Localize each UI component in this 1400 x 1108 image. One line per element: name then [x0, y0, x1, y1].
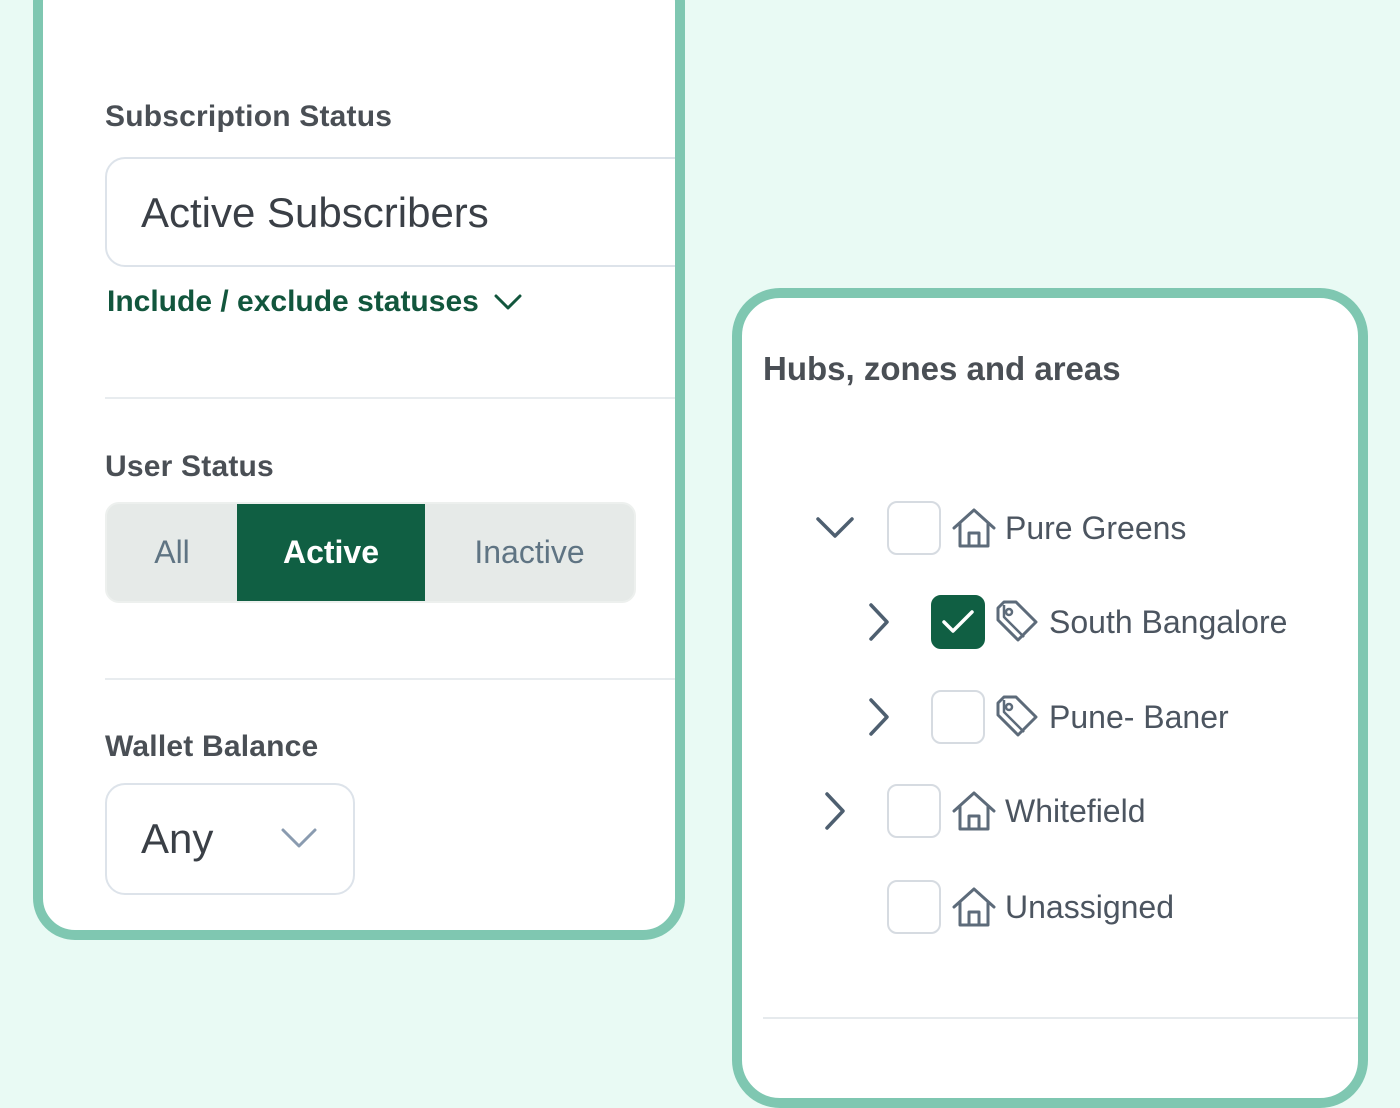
tree-checkbox[interactable] — [931, 690, 985, 744]
user-status-segmented-control: All Active Inactive — [105, 502, 636, 603]
tree-checkbox[interactable] — [887, 501, 941, 555]
user-status-label: User Status — [105, 450, 274, 483]
chevron-down-icon[interactable] — [815, 508, 855, 548]
user-status-option-all[interactable]: All — [107, 504, 237, 601]
wallet-balance-select[interactable]: Any — [105, 783, 355, 895]
chevron-right-icon[interactable] — [859, 602, 899, 642]
user-status-option-active[interactable]: Active — [237, 504, 425, 601]
tree-item-label: Whitefield — [1005, 792, 1146, 829]
tree-item-whitefield: Whitefield — [815, 782, 1146, 840]
tree-item-label: Unassigned — [1005, 888, 1174, 925]
tree-item-pure-greens: Pure Greens — [815, 499, 1186, 557]
tree-checkbox[interactable] — [887, 784, 941, 838]
tree-item-label: South Bangalore — [1049, 603, 1288, 640]
include-exclude-statuses-toggle[interactable]: Include / exclude statuses — [107, 285, 523, 319]
subscription-status-field[interactable]: Active Subscribers — [105, 157, 675, 267]
hubs-zones-card: Hubs, zones and areas Pure Greens South … — [732, 288, 1368, 1108]
tree-item-label: Pure Greens — [1005, 509, 1187, 546]
house-icon — [949, 884, 999, 930]
tag-icon — [993, 694, 1043, 740]
tree-item-south-bangalore: South Bangalore — [859, 593, 1287, 651]
checkmark-icon — [942, 610, 974, 633]
tree-item-pune-baner: Pune- Baner — [859, 688, 1229, 746]
tag-icon — [993, 599, 1043, 645]
house-icon — [949, 505, 999, 551]
chevron-down-icon — [494, 294, 522, 310]
tree-checkbox-checked[interactable] — [931, 595, 985, 649]
section-divider — [105, 397, 675, 399]
tree-item-unassigned: Unassigned — [815, 878, 1174, 936]
filters-card: Subscription Status Active Subscribers I… — [33, 0, 685, 940]
subscription-status-value: Active Subscribers — [141, 189, 489, 236]
subscription-status-label: Subscription Status — [105, 100, 393, 133]
include-exclude-label: Include / exclude statuses — [107, 285, 479, 318]
section-divider — [763, 1017, 1358, 1019]
section-divider — [105, 678, 675, 680]
wallet-balance-label: Wallet Balance — [105, 730, 319, 763]
tree-checkbox[interactable] — [887, 880, 941, 934]
wallet-balance-value: Any — [141, 815, 214, 862]
tree-item-label: Pune- Baner — [1049, 698, 1229, 735]
chevron-right-icon[interactable] — [815, 791, 855, 831]
user-status-option-inactive[interactable]: Inactive — [425, 504, 634, 601]
chevron-down-icon — [281, 828, 317, 848]
chevron-right-icon[interactable] — [859, 697, 899, 737]
house-icon — [949, 788, 999, 834]
hubs-zones-title: Hubs, zones and areas — [763, 350, 1121, 387]
